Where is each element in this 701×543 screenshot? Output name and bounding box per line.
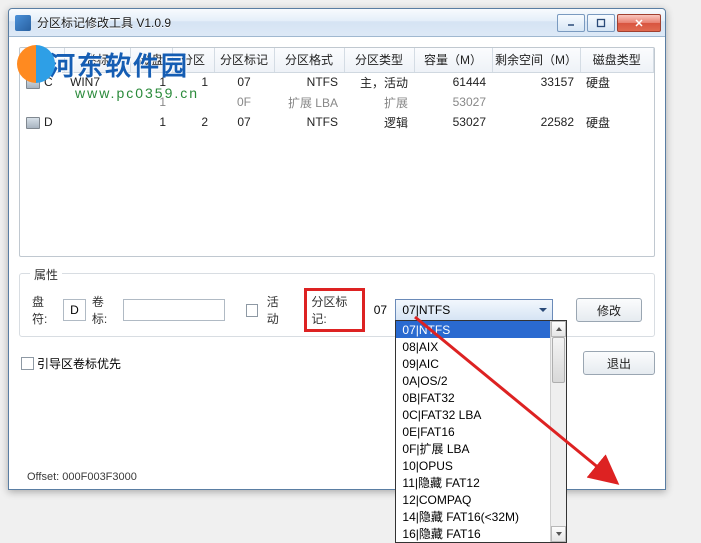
combo-item[interactable]: 0F|扩展 LBA bbox=[396, 440, 566, 457]
combo-scrollbar[interactable] bbox=[550, 321, 566, 542]
boot-priority-label: 引导区卷标优先 bbox=[37, 355, 121, 372]
scroll-thumb[interactable] bbox=[552, 337, 565, 383]
partition-table: 盘符 卷标 磁盘 分区 分区标记 分区格式 分区类型 容量（M） 剩余空间（M）… bbox=[19, 47, 655, 257]
titlebar[interactable]: 分区标记修改工具 V1.0.9 bbox=[9, 9, 665, 37]
properties-group: 属性 盘符: D 卷标: 活动 分区标记: 07 07|NTFS 07|NTFS… bbox=[19, 273, 655, 337]
combo-item[interactable]: 10|OPUS bbox=[396, 457, 566, 474]
mark-value: 07 bbox=[371, 303, 389, 317]
drive-icon bbox=[26, 77, 40, 89]
boot-priority-checkbox[interactable] bbox=[21, 357, 34, 370]
scroll-up-button[interactable] bbox=[551, 321, 566, 337]
mark-highlight: 分区标记: bbox=[304, 288, 365, 332]
content-area: 盘符 卷标 磁盘 分区 分区标记 分区格式 分区类型 容量（M） 剩余空间（M）… bbox=[9, 37, 665, 381]
table-row[interactable]: CWIN71107NTFS主，活动6144433157硬盘 bbox=[20, 72, 654, 92]
combo-item[interactable]: 12|COMPAQ bbox=[396, 491, 566, 508]
active-label: 活动 bbox=[267, 293, 289, 327]
volume-field[interactable] bbox=[123, 299, 225, 321]
col-drive[interactable]: 盘符 bbox=[20, 48, 64, 72]
volume-label: 卷标: bbox=[92, 293, 117, 327]
exit-button[interactable]: 退出 bbox=[583, 351, 655, 375]
mark-label: 分区标记: bbox=[311, 295, 347, 326]
window-title: 分区标记修改工具 V1.0.9 bbox=[37, 14, 557, 31]
drive-label: 盘符: bbox=[32, 293, 57, 327]
combo-item[interactable]: 16|隐藏 FAT16 bbox=[396, 525, 566, 542]
app-icon bbox=[15, 15, 31, 31]
col-dtype[interactable]: 磁盘类型 bbox=[580, 48, 654, 72]
offset-status: Offset: 000F003F3000 bbox=[27, 471, 137, 483]
combo-display[interactable]: 07|NTFS bbox=[395, 299, 553, 321]
table-row[interactable]: D1207NTFS逻辑5302722582硬盘 bbox=[20, 112, 654, 132]
modify-button[interactable]: 修改 bbox=[576, 298, 642, 322]
table-header-row: 盘符 卷标 磁盘 分区 分区标记 分区格式 分区类型 容量（M） 剩余空间（M）… bbox=[20, 48, 654, 72]
drive-field[interactable]: D bbox=[63, 299, 86, 321]
combo-item[interactable]: 09|AIC bbox=[396, 355, 566, 372]
maximize-button[interactable] bbox=[587, 14, 615, 32]
col-ptype[interactable]: 分区类型 bbox=[344, 48, 414, 72]
mark-combo[interactable]: 07|NTFS 07|NTFS08|AIX09|AIC0A|OS/20B|FAT… bbox=[395, 299, 553, 321]
col-label[interactable]: 卷标 bbox=[64, 48, 130, 72]
combo-item[interactable]: 0E|FAT16 bbox=[396, 423, 566, 440]
combo-item[interactable]: 08|AIX bbox=[396, 338, 566, 355]
app-window: 分区标记修改工具 V1.0.9 盘符 卷标 磁盘 分区 分区标记 分区格式 分区 bbox=[8, 8, 666, 490]
table-row[interactable]: 10F扩展 LBA扩展53027 bbox=[20, 92, 654, 112]
active-checkbox[interactable] bbox=[246, 304, 258, 317]
close-button[interactable] bbox=[617, 14, 661, 32]
col-free[interactable]: 剩余空间（M） bbox=[492, 48, 580, 72]
drive-icon bbox=[26, 117, 40, 129]
scroll-down-button[interactable] bbox=[551, 526, 566, 542]
combo-item[interactable]: 0C|FAT32 LBA bbox=[396, 406, 566, 423]
col-disk[interactable]: 磁盘 bbox=[130, 48, 172, 72]
minimize-button[interactable] bbox=[557, 14, 585, 32]
combo-item[interactable]: 14|隐藏 FAT16(<32M) bbox=[396, 508, 566, 525]
combo-item[interactable]: 11|隐藏 FAT12 bbox=[396, 474, 566, 491]
combo-item[interactable]: 0A|OS/2 bbox=[396, 372, 566, 389]
properties-title: 属性 bbox=[30, 266, 62, 283]
combo-dropdown[interactable]: 07|NTFS08|AIX09|AIC0A|OS/20B|FAT320C|FAT… bbox=[395, 320, 567, 543]
scroll-track[interactable] bbox=[551, 337, 566, 526]
col-cap[interactable]: 容量（M） bbox=[414, 48, 492, 72]
col-mark[interactable]: 分区标记 bbox=[214, 48, 274, 72]
col-part[interactable]: 分区 bbox=[172, 48, 214, 72]
col-fmt[interactable]: 分区格式 bbox=[274, 48, 344, 72]
window-buttons bbox=[557, 14, 661, 32]
combo-item[interactable]: 07|NTFS bbox=[396, 321, 566, 338]
combo-item[interactable]: 0B|FAT32 bbox=[396, 389, 566, 406]
